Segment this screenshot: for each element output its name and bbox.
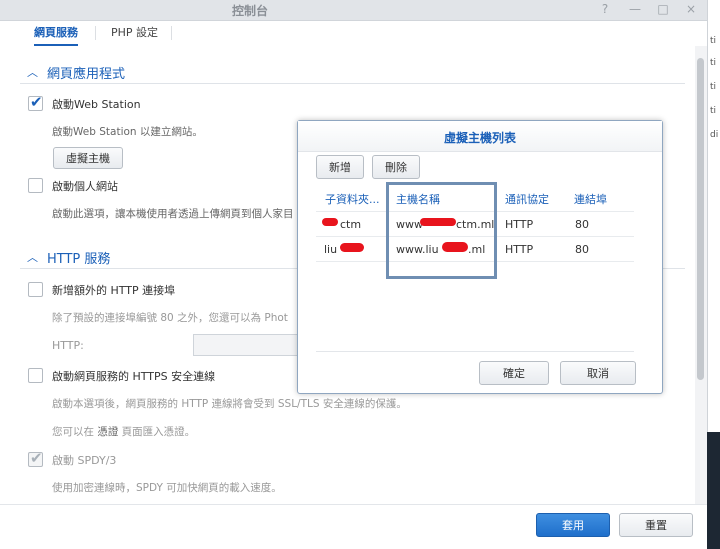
cell-port: 80 [575, 243, 589, 256]
scrollbar-thumb[interactable] [697, 58, 704, 380]
collapse-chevron-icon[interactable]: ︿ [27, 64, 38, 80]
personal-site-desc: 啟動此選項，讓本機使用者透過上傳網頁到個人家目 [52, 208, 294, 220]
cell-subfolder: ctm [340, 218, 362, 231]
tab-web-service[interactable]: 網頁服務 [34, 21, 78, 46]
collapse-chevron-icon[interactable]: ︿ [27, 249, 38, 265]
close-icon[interactable]: × [684, 2, 698, 16]
redaction-mark [340, 243, 364, 252]
personal-site-checkbox[interactable] [28, 178, 43, 193]
desktop-background [707, 432, 720, 549]
ok-button[interactable]: 確定 [479, 361, 549, 385]
https-desc: 啟動本選項後，網頁服務的 HTTP 連線將會受到 SSL/TLS 安全連線的保護… [52, 398, 407, 410]
dialog-title-bar[interactable]: 虛擬主機列表 [298, 121, 662, 152]
cell-protocol: HTTP [505, 218, 534, 231]
highlight-annotation-box [386, 182, 497, 279]
side-strip-text: ti [710, 106, 717, 116]
web-station-desc: 啟動Web Station 以建立網站。 [52, 126, 203, 138]
side-strip-text: ti [710, 58, 717, 68]
column-header-protocol[interactable]: 通訊協定 [505, 191, 549, 207]
column-header-port[interactable]: 連結埠 [574, 191, 607, 207]
cell-subfolder: liu [324, 243, 338, 256]
web-station-label: 啟動Web Station [52, 98, 141, 111]
http-port-label: HTTP: [52, 339, 84, 352]
help-icon[interactable]: ? [598, 2, 612, 16]
side-strip-text: di [710, 130, 719, 140]
tab-bar: 網頁服務 PHP 設定 [0, 21, 707, 47]
dialog-title: 虛擬主機列表 [443, 131, 516, 145]
cell-protocol: HTTP [505, 243, 534, 256]
tab-divider [95, 26, 96, 40]
cell-port: 80 [575, 218, 589, 231]
column-header-subfolder[interactable]: 子資料夾... [325, 191, 380, 207]
extra-port-label: 新增額外的 HTTP 連接埠 [52, 284, 176, 297]
side-strip-text: ti [710, 82, 717, 92]
window-title: 控制台 [231, 4, 268, 18]
extra-port-desc: 除了預設的連接埠編號 80 之外，您還可以為 Phot [52, 312, 288, 324]
footer-bar: 套用 重置 [0, 504, 707, 549]
https-label: 啟動網頁服務的 HTTPS 安全連線 [52, 370, 216, 383]
redaction-mark [322, 218, 338, 226]
certificate-desc: 您可以在 憑證 頁面匯入憑證。 [52, 426, 196, 438]
delete-button[interactable]: 刪除 [372, 155, 420, 179]
web-station-checkbox[interactable]: ✔ [28, 93, 43, 111]
spdy-checkbox[interactable]: ✔ [28, 449, 43, 467]
cancel-button[interactable]: 取消 [560, 361, 636, 385]
spdy-label: 啟動 SPDY/3 [52, 454, 117, 467]
dialog-footer-divider [316, 351, 634, 352]
section-divider [20, 83, 685, 84]
virtual-host-button[interactable]: 虛擬主機 [53, 147, 123, 169]
maximize-icon[interactable]: □ [656, 2, 670, 16]
spdy-desc: 使用加密連線時，SPDY 可加快網頁的載入速度。 [52, 482, 282, 494]
tab-php-settings[interactable]: PHP 設定 [111, 21, 158, 45]
scrollbar[interactable] [695, 46, 707, 504]
checkmark-icon: ✔ [30, 93, 43, 111]
section-title-web-apps: 網頁應用程式 [47, 67, 126, 82]
http-port-input[interactable] [193, 334, 303, 356]
reset-button[interactable]: 重置 [619, 513, 693, 537]
extra-port-checkbox[interactable] [28, 282, 43, 297]
personal-site-label: 啟動個人網站 [52, 180, 118, 193]
title-bar[interactable]: 控制台 ? — □ × [0, 0, 707, 21]
side-strip-text: ti [710, 36, 717, 46]
certificate-link[interactable]: 憑證 [97, 426, 118, 438]
minimize-icon[interactable]: — [628, 2, 642, 16]
apply-button[interactable]: 套用 [536, 513, 610, 537]
add-button[interactable]: 新增 [316, 155, 364, 179]
tab-divider [171, 26, 172, 40]
checkmark-icon: ✔ [30, 449, 43, 467]
section-title-http: HTTP 服務 [47, 252, 111, 267]
https-checkbox[interactable] [28, 368, 43, 383]
